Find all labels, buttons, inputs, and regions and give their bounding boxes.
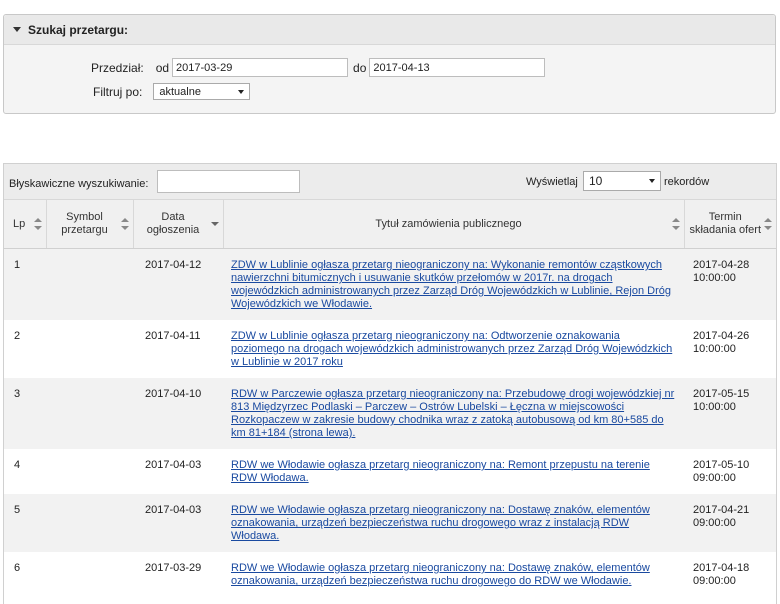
tenders-table: Lp Symbol przetargu Data ogłoszenia Tytu…	[4, 199, 776, 597]
collapse-triangle-icon[interactable]	[13, 27, 21, 32]
column-header-date[interactable]: Data ogłoszenia	[133, 199, 224, 249]
table-row: 2 2017-04-11 ZDW w Lublinie ogłasza prze…	[4, 320, 776, 378]
tender-title-link[interactable]: RDW we Włodawie ogłasza przetarg nieogra…	[231, 562, 650, 587]
results-toolbar: Błyskawiczne wyszukiwanie: Wyświetlaj 10…	[4, 164, 776, 199]
tender-title-link[interactable]: RDW w Parczewie ogłasza przetarg nieogra…	[231, 388, 674, 439]
deadline-time: 09:00:00	[693, 575, 736, 587]
row-date: 2017-04-10	[133, 378, 223, 449]
range-label: Przedział:	[91, 60, 144, 75]
tender-title-link[interactable]: RDW we Włodawie ogłasza przetarg nieogra…	[231, 504, 650, 542]
column-header-title[interactable]: Tytuł zamówienia publicznego	[223, 199, 685, 249]
date-to-input[interactable]	[369, 58, 546, 77]
table-row: 1 2017-04-12 ZDW w Lublinie ogłasza prze…	[4, 248, 776, 320]
deadline-time: 10:00:00	[693, 343, 736, 355]
search-panel: Szukaj przetargu: Przedział: od do Filtr…	[3, 14, 776, 114]
deadline-date: 2017-05-10	[693, 459, 750, 471]
search-panel-title: Szukaj przetargu:	[28, 22, 129, 37]
deadline-time: 10:00:00	[693, 401, 736, 413]
column-header-deadline[interactable]: Termin składania ofert	[684, 199, 776, 249]
from-label: od	[155, 60, 170, 75]
page-size-label: Wyświetlaj	[526, 176, 578, 188]
deadline-time: 09:00:00	[693, 517, 736, 529]
results-panel: Błyskawiczne wyszukiwanie: Wyświetlaj 10…	[3, 163, 777, 604]
table-row: 4 2017-04-03 RDW we Włodawie ogłasza prz…	[4, 449, 776, 494]
tender-title-link[interactable]: ZDW w Lublinie ogłasza przetarg nieogran…	[231, 330, 672, 368]
column-header-lp[interactable]: Lp	[4, 199, 47, 249]
row-symbol	[46, 494, 133, 552]
column-header-symbol[interactable]: Symbol przetargu	[46, 199, 134, 249]
filter-label: Filtruj po:	[93, 84, 143, 99]
deadline-date: 2017-04-28	[693, 259, 750, 271]
row-symbol	[46, 552, 133, 597]
chevron-down-icon	[649, 179, 655, 183]
row-lp: 4	[4, 449, 46, 494]
row-symbol	[46, 449, 133, 494]
quick-search-input[interactable]	[157, 170, 300, 193]
row-date: 2017-04-03	[133, 449, 223, 494]
tender-title-link[interactable]: RDW we Włodawie ogłasza przetarg nieogra…	[231, 459, 650, 484]
row-lp: 3	[4, 378, 46, 449]
date-from-input[interactable]	[172, 58, 349, 77]
records-label: rekordów	[664, 176, 710, 188]
table-row: 3 2017-04-10 RDW w Parczewie ogłasza prz…	[4, 378, 776, 449]
row-date: 2017-04-03	[133, 494, 223, 552]
quick-search-label: Błyskawiczne wyszukiwanie:	[9, 178, 149, 190]
deadline-date: 2017-05-15	[693, 388, 750, 400]
row-lp: 5	[4, 494, 46, 552]
table-row: 5 2017-04-03 RDW we Włodawie ogłasza prz…	[4, 494, 776, 552]
row-lp: 2	[4, 320, 46, 378]
row-symbol	[46, 320, 133, 378]
tender-title-link[interactable]: ZDW w Lublinie ogłasza przetarg nieogran…	[231, 259, 671, 310]
to-label: do	[353, 60, 367, 75]
sort-icon	[33, 218, 42, 230]
deadline-time: 10:00:00	[693, 272, 736, 284]
row-symbol	[46, 378, 133, 449]
search-panel-header[interactable]: Szukaj przetargu:	[4, 15, 775, 45]
row-date: 2017-04-12	[133, 248, 223, 320]
row-lp: 6	[4, 552, 46, 597]
row-symbol	[46, 248, 133, 320]
page-size-value: 10	[589, 174, 603, 188]
row-lp: 1	[4, 248, 46, 320]
chevron-down-icon	[238, 89, 245, 94]
sort-icon	[120, 218, 129, 230]
sort-desc-icon	[210, 218, 219, 230]
row-date: 2017-03-29	[133, 552, 223, 597]
page-size-select[interactable]: 10	[583, 171, 661, 191]
sort-icon	[671, 218, 680, 230]
deadline-date: 2017-04-26	[693, 330, 750, 342]
filter-select-value: aktualne	[159, 85, 201, 98]
filter-select[interactable]: aktualne	[153, 83, 251, 100]
table-row: 6 2017-03-29 RDW we Włodawie ogłasza prz…	[4, 552, 776, 597]
row-date: 2017-04-11	[133, 320, 223, 378]
deadline-time: 09:00:00	[693, 472, 736, 484]
deadline-date: 2017-04-21	[693, 504, 750, 516]
sort-icon	[764, 218, 772, 230]
deadline-date: 2017-04-18	[693, 562, 750, 574]
